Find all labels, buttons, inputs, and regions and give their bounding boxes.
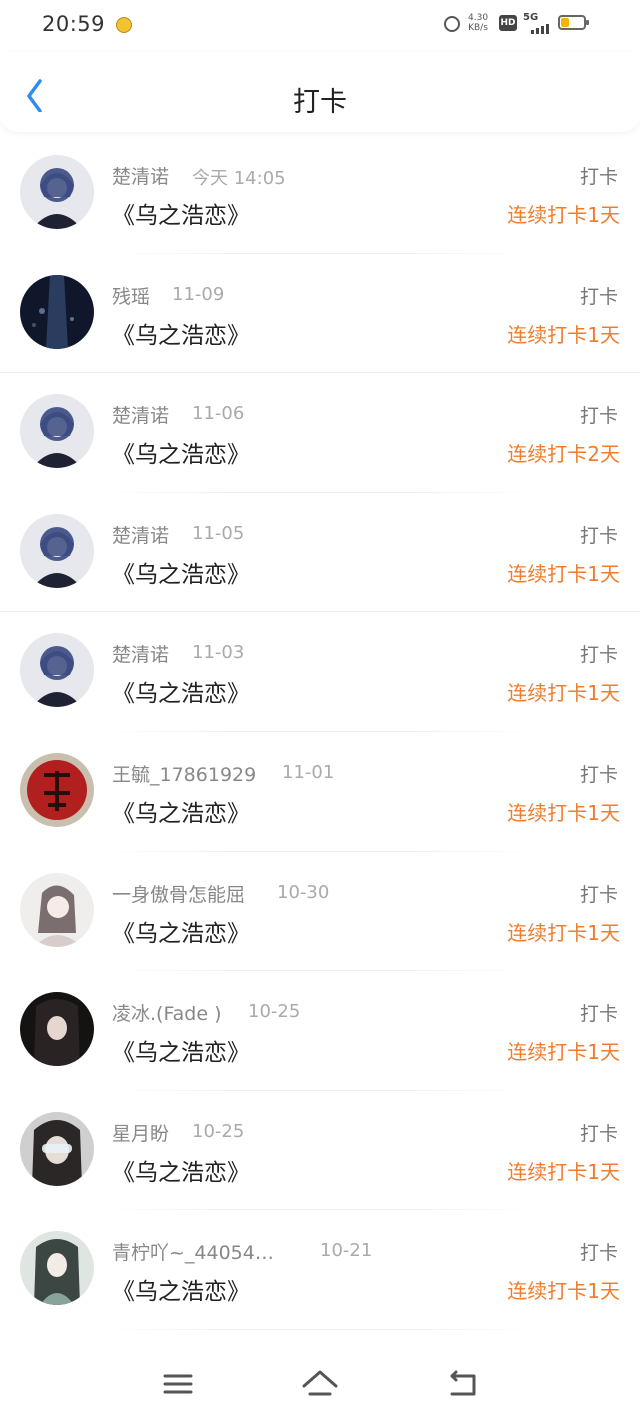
checkin-date: 10-25: [248, 1001, 301, 1023]
user-name: 青柠吖~_44054…: [112, 1242, 274, 1265]
streak-label: 连续打卡1天: [507, 322, 620, 347]
avatar[interactable]: [20, 274, 94, 349]
list-item[interactable]: 残瑶 11-09 《乌之浩恋》 打卡 连续打卡1天: [0, 254, 640, 374]
list-item[interactable]: 王毓_17861929 11-01 《乌之浩恋》 打卡 连续打卡1天: [0, 732, 640, 852]
list-item[interactable]: 楚清诺 11-03 《乌之浩恋》 打卡 连续打卡1天: [0, 612, 640, 732]
list-item[interactable]: 一身傲骨怎能屈 10-30 《乌之浩恋》 打卡 连续打卡1天: [0, 852, 640, 972]
status-time: 20:59: [42, 12, 106, 36]
streak-label: 连续打卡1天: [507, 203, 620, 227]
back-icon: [450, 1370, 476, 1396]
speed-unit: KB/s: [468, 23, 488, 33]
checkin-label: 打卡: [579, 883, 618, 906]
back-nav-button[interactable]: [442, 1366, 482, 1402]
user-name: 楚清诺: [112, 166, 170, 188]
list-item[interactable]: 青柠吖~_44054… 10-21 《乌之浩恋》 打卡 连续打卡1天: [0, 1210, 640, 1330]
book-title[interactable]: 《乌之浩恋》: [112, 1153, 250, 1187]
avatar[interactable]: [20, 1231, 94, 1306]
user-name: 一身傲骨怎能屈: [112, 883, 246, 906]
speed-value: 4.30: [468, 13, 489, 23]
list-item[interactable]: 星月盼 10-25 《乌之浩恋》 打卡 连续打卡1天: [0, 1091, 640, 1211]
user-name: 楚清诺: [112, 524, 170, 547]
book-title[interactable]: 《乌之浩恋》: [112, 555, 250, 589]
list-item[interactable]: 楚清诺 11-06 《乌之浩恋》 打卡 连续打卡2天: [0, 373, 640, 493]
page-title: 打卡: [293, 87, 347, 118]
system-nav-bar: [0, 1352, 640, 1422]
avatar[interactable]: [20, 155, 94, 229]
checkin-label: 打卡: [579, 1003, 618, 1026]
checkin-label: 打卡: [579, 644, 618, 667]
user-name: 王毓_17861929: [112, 763, 257, 786]
user-name: 凌冰.(Fade ): [112, 1003, 222, 1026]
checkin-label: 打卡: [579, 405, 618, 428]
user-name: 楚清诺: [112, 405, 170, 428]
battery-icon: [558, 15, 589, 30]
checkin-label: 打卡: [579, 166, 618, 188]
checkin-date: 11-05: [192, 522, 245, 544]
notification-icon: [116, 17, 132, 33]
list-item[interactable]: 凌冰.(Fade ) 10-25 《乌之浩恋》 打卡 连续打卡1天: [0, 971, 640, 1091]
book-title[interactable]: 《乌之浩恋》: [112, 1033, 250, 1067]
book-title[interactable]: 《乌之浩恋》: [112, 674, 250, 708]
checkin-date: 11-03: [192, 642, 245, 664]
checkin-label: 打卡: [579, 285, 618, 308]
streak-label: 连续打卡1天: [507, 800, 620, 825]
list-item[interactable]: 楚清诺 今天 14:05 《乌之浩恋》 打卡 连续打卡1天: [0, 134, 640, 254]
signal-icon: [531, 22, 553, 34]
checkin-date: 10-25: [192, 1120, 245, 1142]
streak-label: 连续打卡1天: [507, 561, 620, 586]
streak-label: 连续打卡1天: [507, 1279, 620, 1304]
book-title[interactable]: 《乌之浩恋》: [112, 316, 250, 350]
checkin-date: 10-30: [277, 881, 330, 903]
book-title[interactable]: 《乌之浩恋》: [112, 435, 250, 469]
streak-label: 连续打卡1天: [507, 920, 620, 945]
avatar[interactable]: [20, 633, 94, 708]
streak-label: 连续打卡1天: [507, 1040, 620, 1065]
avatar[interactable]: [20, 992, 94, 1067]
menu-button[interactable]: [158, 1366, 198, 1402]
book-title[interactable]: 《乌之浩恋》: [112, 1272, 250, 1306]
checkin-date: 11-01: [282, 761, 335, 783]
checkin-date: 11-09: [172, 283, 225, 305]
user-name: 星月盼: [112, 1122, 170, 1145]
hd-icon: HD: [499, 15, 517, 31]
streak-label: 连续打卡1天: [507, 681, 620, 706]
avatar[interactable]: [20, 394, 94, 469]
menu-icon: [163, 1374, 193, 1394]
checkin-list: 楚清诺 今天 14:05 《乌之浩恋》 打卡 连续打卡1天 残瑶 11-09 《…: [0, 134, 640, 1330]
book-title[interactable]: 《乌之浩恋》: [112, 794, 250, 828]
checkin-date: 今天 14:05: [192, 168, 286, 189]
status-bar: 20:59 4.30 KB/s HD 5G: [0, 0, 640, 52]
user-name: 残瑶: [112, 285, 151, 308]
header: 打卡: [0, 52, 640, 132]
list-item[interactable]: 楚清诺 11-05 《乌之浩恋》 打卡 连续打卡1天: [0, 493, 640, 613]
checkin-label: 打卡: [579, 1122, 618, 1145]
avatar[interactable]: [20, 513, 94, 588]
home-icon: [302, 1370, 338, 1396]
user-name: 楚清诺: [112, 644, 170, 667]
book-title[interactable]: 《乌之浩恋》: [112, 196, 250, 230]
streak-label: 连续打卡2天: [507, 442, 620, 467]
streak-label: 连续打卡1天: [507, 1159, 620, 1184]
checkin-label: 打卡: [579, 1242, 618, 1265]
book-title[interactable]: 《乌之浩恋》: [112, 914, 250, 948]
checkin-date: 10-21: [320, 1240, 373, 1262]
checkin-label: 打卡: [579, 524, 618, 547]
network-speed: 4.30 KB/s: [468, 13, 488, 33]
divider: [100, 1328, 540, 1330]
avatar[interactable]: [20, 872, 94, 947]
avatar[interactable]: [20, 1111, 94, 1186]
alarm-icon: [444, 16, 460, 32]
checkin-label: 打卡: [579, 763, 618, 786]
checkin-date: 11-06: [192, 403, 245, 425]
home-button[interactable]: [300, 1366, 340, 1402]
avatar[interactable]: [20, 752, 94, 827]
